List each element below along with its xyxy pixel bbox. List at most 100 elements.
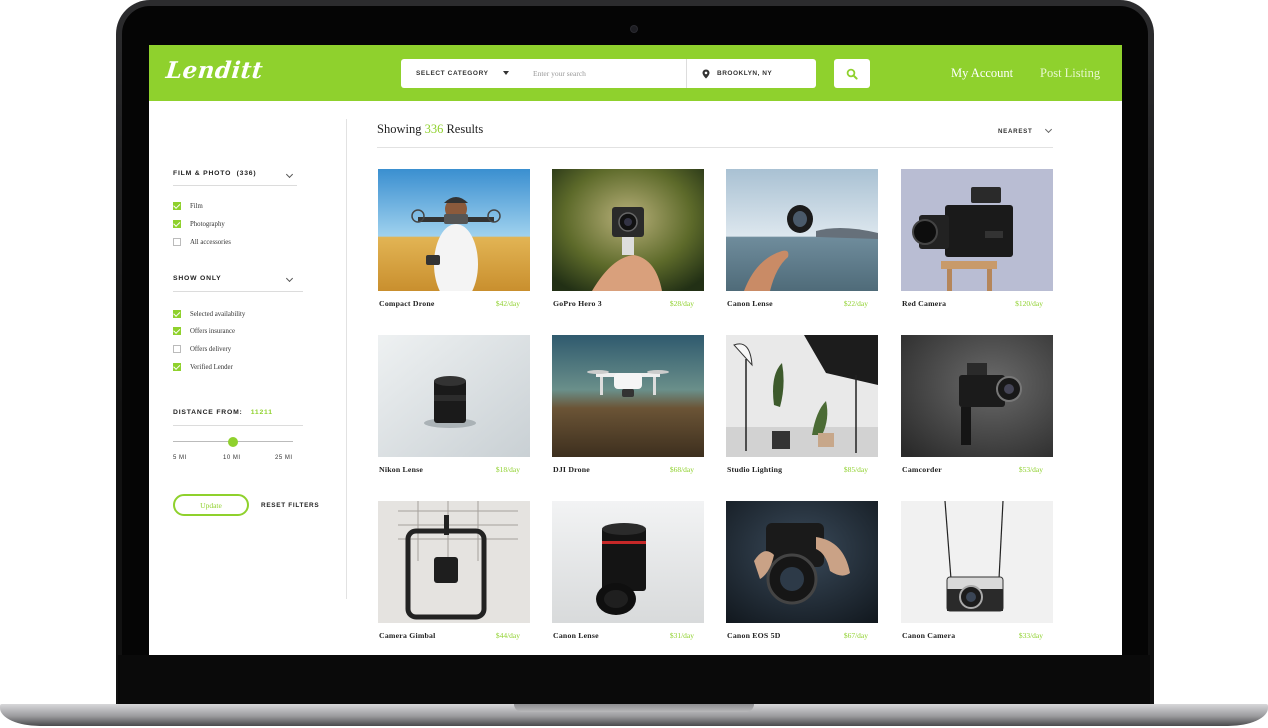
listing-name[interactable]: Canon Lense (727, 299, 773, 308)
listing-photo-studio[interactable] (726, 335, 878, 457)
filter-option-offers-delivery[interactable]: Offers delivery (173, 345, 231, 353)
laptop-chin (118, 655, 1150, 705)
listing-card[interactable]: Studio Lighting $85/day (726, 335, 878, 480)
distance-header: DISTANCE FROM: 11211 (173, 409, 273, 416)
listing-price: $31/day (669, 631, 694, 640)
show-only-title: SHOW ONLY (173, 275, 222, 282)
category-filter-title: FILM & PHOTO (173, 170, 232, 177)
listing-name[interactable]: GoPro Hero 3 (553, 299, 602, 308)
checkbox-photography[interactable] (173, 220, 181, 228)
filter-divider (173, 185, 297, 186)
listing-photo-gopro[interactable] (552, 169, 704, 291)
listing-name[interactable]: DJI Drone (553, 465, 590, 474)
search-icon (846, 68, 858, 80)
listing-name[interactable]: Canon Lense (553, 631, 599, 640)
checkbox-offers-delivery[interactable] (173, 345, 181, 353)
update-button[interactable]: Update (173, 494, 249, 516)
listing-price: $18/day (495, 465, 520, 474)
results-suffix: Results (446, 122, 484, 136)
listing-photo-dji-drone[interactable] (552, 335, 704, 457)
header-bar: Lenditt SELECT CATEGORY BROOKLYN, NY (149, 45, 1122, 101)
listing-name[interactable]: Nikon Lense (379, 465, 423, 474)
listing-card[interactable]: Camcorder $53/day (901, 335, 1053, 480)
listing-name[interactable]: Canon EOS 5D (727, 631, 781, 640)
listing-card[interactable]: Compact Drone $42/day (378, 169, 530, 314)
listing-card[interactable]: Canon Lense $22/day (726, 169, 878, 314)
my-account-link[interactable]: My Account (951, 66, 1013, 81)
listing-photo-camcorder[interactable] (901, 335, 1053, 457)
distance-zip[interactable]: 11211 (251, 409, 273, 416)
filter-divider (173, 291, 303, 292)
chevron-down-icon[interactable] (285, 170, 294, 179)
filter-option-offers-insurance[interactable]: Offers insurance (173, 327, 235, 335)
category-select-label: SELECT CATEGORY (416, 70, 489, 77)
checkbox-selected-availability[interactable] (173, 310, 181, 318)
listing-photo-nikon-lens[interactable] (378, 335, 530, 457)
search-button[interactable] (834, 59, 870, 88)
checkbox-film[interactable] (173, 202, 181, 210)
results-divider (377, 147, 1053, 148)
listing-price: $67/day (843, 631, 868, 640)
laptop-notch (514, 704, 754, 712)
checkbox-all-accessories[interactable] (173, 238, 181, 246)
sidebar-divider (346, 119, 347, 599)
logo[interactable]: Lenditt (165, 57, 265, 84)
checkbox-verified-lender[interactable] (173, 363, 181, 371)
location-field[interactable]: BROOKLYN, NY (701, 59, 772, 88)
listing-photo-canon-lens[interactable] (552, 501, 704, 623)
listing-card[interactable]: GoPro Hero 3 $28/day (552, 169, 704, 314)
listing-price: $53/day (1018, 465, 1043, 474)
caret-down-icon (503, 71, 509, 75)
results-heading: Showing 336 Results (377, 122, 483, 137)
webcam (631, 26, 637, 32)
filter-divider (173, 425, 303, 426)
filter-option-selected-availability[interactable]: Selected availability (173, 310, 245, 318)
filter-option-label: Photography (190, 220, 225, 228)
sort-select[interactable]: NEAREST (998, 128, 1032, 135)
distance-slider-thumb[interactable] (228, 437, 238, 447)
listing-card[interactable]: Canon Camera $33/day (901, 501, 1053, 646)
checkbox-offers-insurance[interactable] (173, 327, 181, 335)
listing-photo-red-camera[interactable] (901, 169, 1053, 291)
results-count: 336 (424, 122, 444, 136)
listing-card[interactable]: DJI Drone $68/day (552, 335, 704, 480)
results-prefix: Showing (377, 122, 422, 136)
listing-photo-eos[interactable] (726, 501, 878, 623)
search-input[interactable] (526, 59, 686, 88)
filter-option-verified-lender[interactable]: Verified Lender (173, 363, 233, 371)
show-only-header[interactable]: SHOW ONLY (173, 275, 222, 282)
chevron-down-icon[interactable] (1044, 125, 1053, 134)
listing-card[interactable]: Canon EOS 5D $67/day (726, 501, 878, 646)
listing-name[interactable]: Red Camera (902, 299, 946, 308)
post-listing-link[interactable]: Post Listing (1040, 66, 1100, 81)
listing-price: $44/day (495, 631, 520, 640)
listing-name[interactable]: Studio Lighting (727, 465, 782, 474)
filter-option-label: Verified Lender (190, 363, 233, 371)
listing-photo-gimbal[interactable] (378, 501, 530, 623)
filter-option-label: Offers insurance (190, 327, 235, 335)
listing-name[interactable]: Camera Gimbal (379, 631, 436, 640)
listing-price: $33/day (1018, 631, 1043, 640)
category-select[interactable]: SELECT CATEGORY (401, 59, 519, 88)
listing-name[interactable]: Compact Drone (379, 299, 435, 308)
filter-sidebar: FILM & PHOTO (336) Film Photography All … (149, 101, 347, 655)
distance-label-mid: 10 MI (223, 455, 241, 461)
listing-photo-lens-sea[interactable] (726, 169, 878, 291)
listing-card[interactable]: Nikon Lense $18/day (378, 335, 530, 480)
reset-filters-link[interactable]: RESET FILTERS (261, 502, 319, 509)
listing-photo-drone[interactable] (378, 169, 530, 291)
listing-name[interactable]: Camcorder (902, 465, 942, 474)
map-pin-icon (702, 69, 710, 78)
filter-option-all-accessories[interactable]: All accessories (173, 238, 231, 246)
listing-photo-canon-camera[interactable] (901, 501, 1053, 623)
listing-card[interactable]: Red Camera $120/day (901, 169, 1053, 314)
chevron-down-icon[interactable] (285, 274, 294, 283)
filter-option-label: Offers delivery (190, 345, 232, 353)
listing-name[interactable]: Canon Camera (902, 631, 955, 640)
listing-card[interactable]: Canon Lense $31/day (552, 501, 704, 646)
filter-option-label: All accessories (190, 238, 231, 246)
filter-option-photography[interactable]: Photography (173, 220, 225, 228)
filter-option-film[interactable]: Film (173, 202, 203, 210)
category-filter-header[interactable]: FILM & PHOTO (336) (173, 170, 256, 177)
listing-card[interactable]: Camera Gimbal $44/day (378, 501, 530, 646)
